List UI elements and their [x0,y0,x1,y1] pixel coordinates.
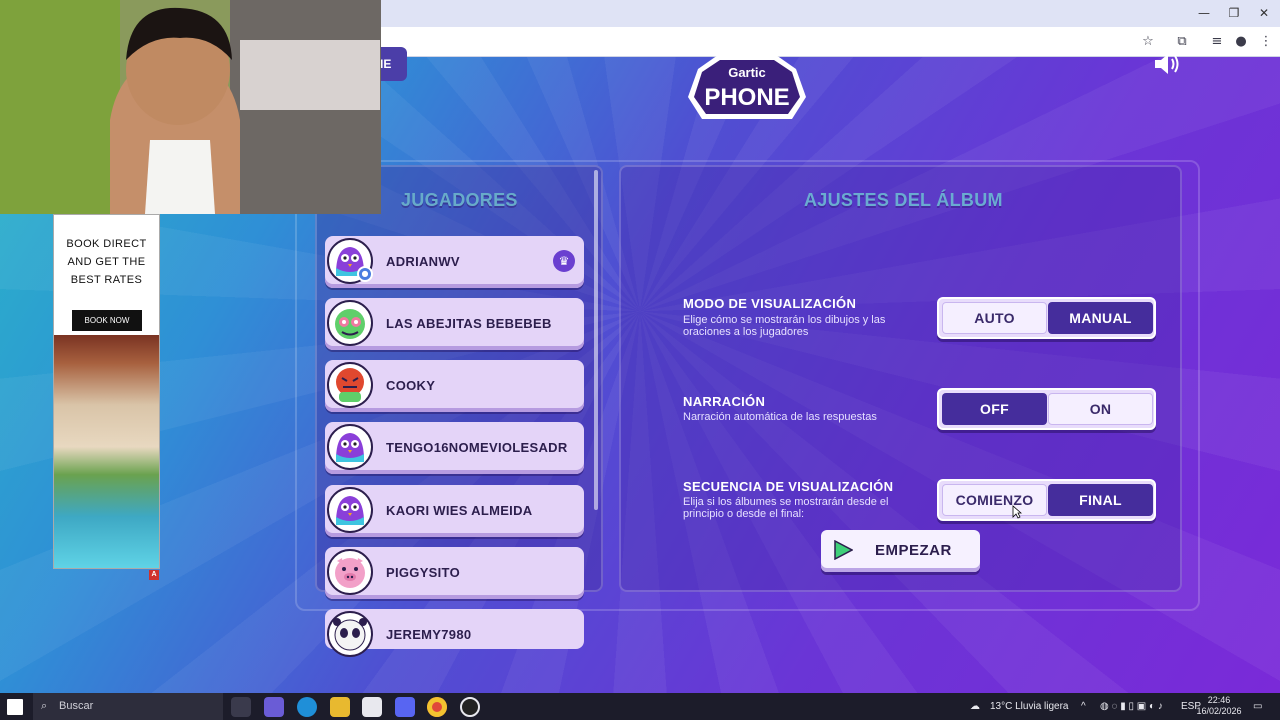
advertisement[interactable]: BOOK DIRECT AND GET THE BEST RATES BOOK … [53,214,160,569]
player-name: COOKY [386,378,436,393]
players-scrollbar[interactable] [594,170,598,510]
player-avatar-icon [327,362,373,408]
ad-choices-badge[interactable]: A [149,570,159,580]
profile-avatar-icon[interactable]: ● [1232,33,1250,51]
player-avatar-icon [327,487,373,533]
logo-top-text: Gartic [728,65,766,80]
player-card: JEREMY7980 [325,609,584,657]
taskbar-clock[interactable]: 22:46 16/02/2026 [1196,695,1242,717]
player-name: KAORI WIES ALMEIDA [386,503,533,518]
notification-icon[interactable]: ▭ [1253,701,1262,712]
webcam-overlay [0,0,381,214]
search-icon: ⌕ [41,699,48,712]
windows-start-icon[interactable] [7,699,23,715]
player-card: TENGO16NOMEVIOLESADR [325,422,584,474]
player-name: JEREMY7980 [386,627,472,642]
narration-title: NARRACIÓN [683,394,766,409]
view-mode-description: Elige cómo se mostrarán los dibujos y la… [683,314,886,338]
player-avatar-icon [327,300,373,346]
discord-icon[interactable] [395,697,415,717]
player-avatar-icon [327,611,373,657]
player-name: PIGGYSITO [386,565,460,580]
view-sequence-toggle: COMIENZO FINAL [937,479,1156,521]
logo-bottom-text: PHONE [704,84,789,111]
restore-icon[interactable]: ❐ [1226,5,1242,21]
player-card: KAORI WIES ALMEIDA [325,485,584,537]
option-auto[interactable]: AUTO [942,302,1047,334]
copilot-icon[interactable] [264,697,284,717]
player-name: ADRIANWV [386,254,460,269]
narration-description: Narración automática de las respuestas [683,411,877,423]
option-off[interactable]: OFF [942,393,1047,425]
view-mode-toggle: AUTO MANUAL [937,297,1156,339]
tray-expand-icon[interactable]: ^ [1081,701,1086,712]
extensions-icon[interactable]: ⧉ [1173,33,1191,51]
clock-time: 22:46 [1207,695,1231,705]
view-mode-title: MODO DE VISUALIZACIÓN [683,296,857,311]
view-sequence-title: SECUENCIA DE VISUALIZACIÓN [683,479,894,494]
media-control-icon[interactable]: ≡ [1208,33,1226,51]
store-icon[interactable] [362,697,382,717]
crown-icon: ♛ [553,250,575,272]
clock-date: 16/02/2026 [1196,706,1242,716]
player-card: COOKY [325,360,584,412]
edge-icon[interactable] [297,697,317,717]
start-button[interactable]: EMPEZAR [821,530,980,572]
player-name: LAS ABEJITAS BEBEBEB [386,316,552,331]
ad-line-2: AND GET THE [67,256,146,268]
windows-taskbar: ⌕ Buscar ☁ 13°C Lluvia ligera ^ ◍ ◌ ▮ ▯ … [0,693,1280,720]
option-on[interactable]: ON [1048,393,1153,425]
minimize-icon[interactable]: — [1196,5,1212,21]
taskbar-search[interactable]: ⌕ Buscar [33,693,223,720]
play-icon [834,540,853,560]
ad-hotel-image [54,335,159,568]
ad-line-1: BOOK DIRECT [66,238,147,250]
gartic-phone-logo: Gartic PHONE [688,55,806,119]
player-name: TENGO16NOMEVIOLESADR [386,440,568,455]
narration-toggle: OFF ON [937,388,1156,430]
ad-text: BOOK DIRECT AND GET THE BEST RATES [54,235,159,289]
player-card: PIGGYSITO [325,547,584,599]
player-avatar-icon [327,424,373,470]
file-explorer-icon[interactable] [330,697,350,717]
browser-menu-icon[interactable]: ⋮ [1257,33,1275,51]
close-icon[interactable]: ✕ [1256,5,1272,21]
option-manual[interactable]: MANUAL [1048,302,1153,334]
view-sequence-description: Elija si los álbumes se mostrarán desde … [683,496,889,520]
host-badge-icon: ● [357,266,373,282]
mouse-cursor-icon [1012,505,1022,519]
task-view-icon[interactable] [231,697,251,717]
ad-book-now-button[interactable]: BOOK NOW [72,310,142,331]
start-button-label: EMPEZAR [875,542,952,559]
player-card: LAS ABEJITAS BEBEBEB [325,298,584,350]
bookmark-star-icon[interactable]: ☆ [1139,33,1157,51]
obs-icon[interactable] [460,697,480,717]
option-final[interactable]: FINAL [1048,484,1153,516]
weather-text[interactable]: 13°C Lluvia ligera [990,701,1069,712]
chrome-icon[interactable] [427,697,447,717]
album-settings-panel [619,165,1182,592]
sound-icon[interactable] [1153,52,1181,76]
player-avatar-icon [327,549,373,595]
search-placeholder: Buscar [59,700,94,712]
ad-line-3: BEST RATES [70,274,143,286]
tray-icons[interactable]: ◍ ◌ ▮ ▯ ▣ ◐ ♪ [1100,701,1163,712]
player-card: ● ADRIANWV ♛ [325,236,584,288]
option-comienzo[interactable]: COMIENZO [942,484,1047,516]
weather-icon[interactable]: ☁ [970,701,980,712]
